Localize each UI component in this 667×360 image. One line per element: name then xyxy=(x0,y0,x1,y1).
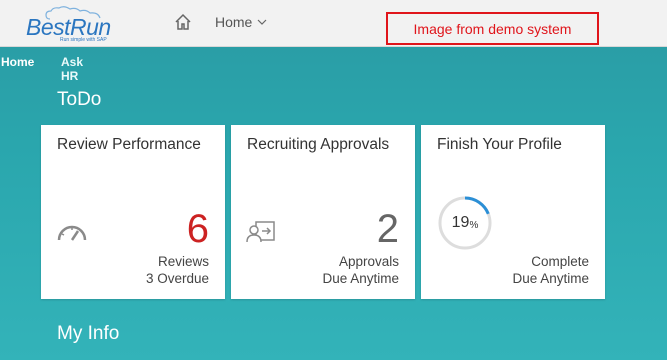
section-title-my-info: My Info xyxy=(57,323,120,344)
tile-review-performance[interactable]: Review Performance 6 Reviews 3 Overdue xyxy=(41,125,225,299)
tile-footer: Approvals Due Anytime xyxy=(322,253,399,287)
company-logo[interactable]: BestRun Run simple with SAP xyxy=(26,6,126,43)
person-transfer-icon xyxy=(246,221,275,243)
tile-title: Review Performance xyxy=(57,136,201,153)
tile-footer-line1: Reviews xyxy=(157,254,209,269)
tile-title: Finish Your Profile xyxy=(437,136,562,153)
shell-header: BestRun Run simple with SAP Home Image f… xyxy=(0,0,667,47)
tile-recruiting-approvals[interactable]: Recruiting Approvals 2 Approvals Due Any… xyxy=(231,125,415,299)
progress-value: 19 xyxy=(451,214,470,231)
profile-progress-ring: 19% xyxy=(437,195,493,251)
subnav-home-link[interactable]: Home xyxy=(1,55,34,69)
chevron-down-icon xyxy=(257,19,267,25)
demo-notice: Image from demo system xyxy=(386,12,599,45)
tile-footer: Complete Due Anytime xyxy=(512,253,589,287)
progress-label: 19% xyxy=(437,195,493,251)
tile-count: 6 xyxy=(186,207,209,251)
navigation-menu-label: Home xyxy=(215,14,253,30)
tile-footer: Reviews 3 Overdue xyxy=(146,253,209,287)
tile-title: Recruiting Approvals xyxy=(247,136,390,153)
tile-footer-line2: 3 Overdue xyxy=(145,271,209,286)
gauge-icon xyxy=(57,225,87,241)
tile-footer-line1: Complete xyxy=(531,254,589,269)
tile-footer-line1: Approvals xyxy=(338,254,399,269)
logo-tagline: Run simple with SAP xyxy=(60,37,107,43)
tile-finish-profile[interactable]: Finish Your Profile 19% Complete Due Any… xyxy=(421,125,605,299)
home-icon[interactable] xyxy=(174,13,192,31)
section-title-todo: ToDo xyxy=(57,89,102,110)
navigation-menu-button[interactable]: Home xyxy=(215,14,267,30)
tile-footer-line2: Due Anytime xyxy=(322,271,399,286)
progress-unit: % xyxy=(469,219,479,231)
tile-footer-line2: Due Anytime xyxy=(512,271,589,286)
tile-count: 2 xyxy=(376,207,399,251)
subnav-ask-hr-link[interactable]: Ask HR xyxy=(61,55,83,83)
